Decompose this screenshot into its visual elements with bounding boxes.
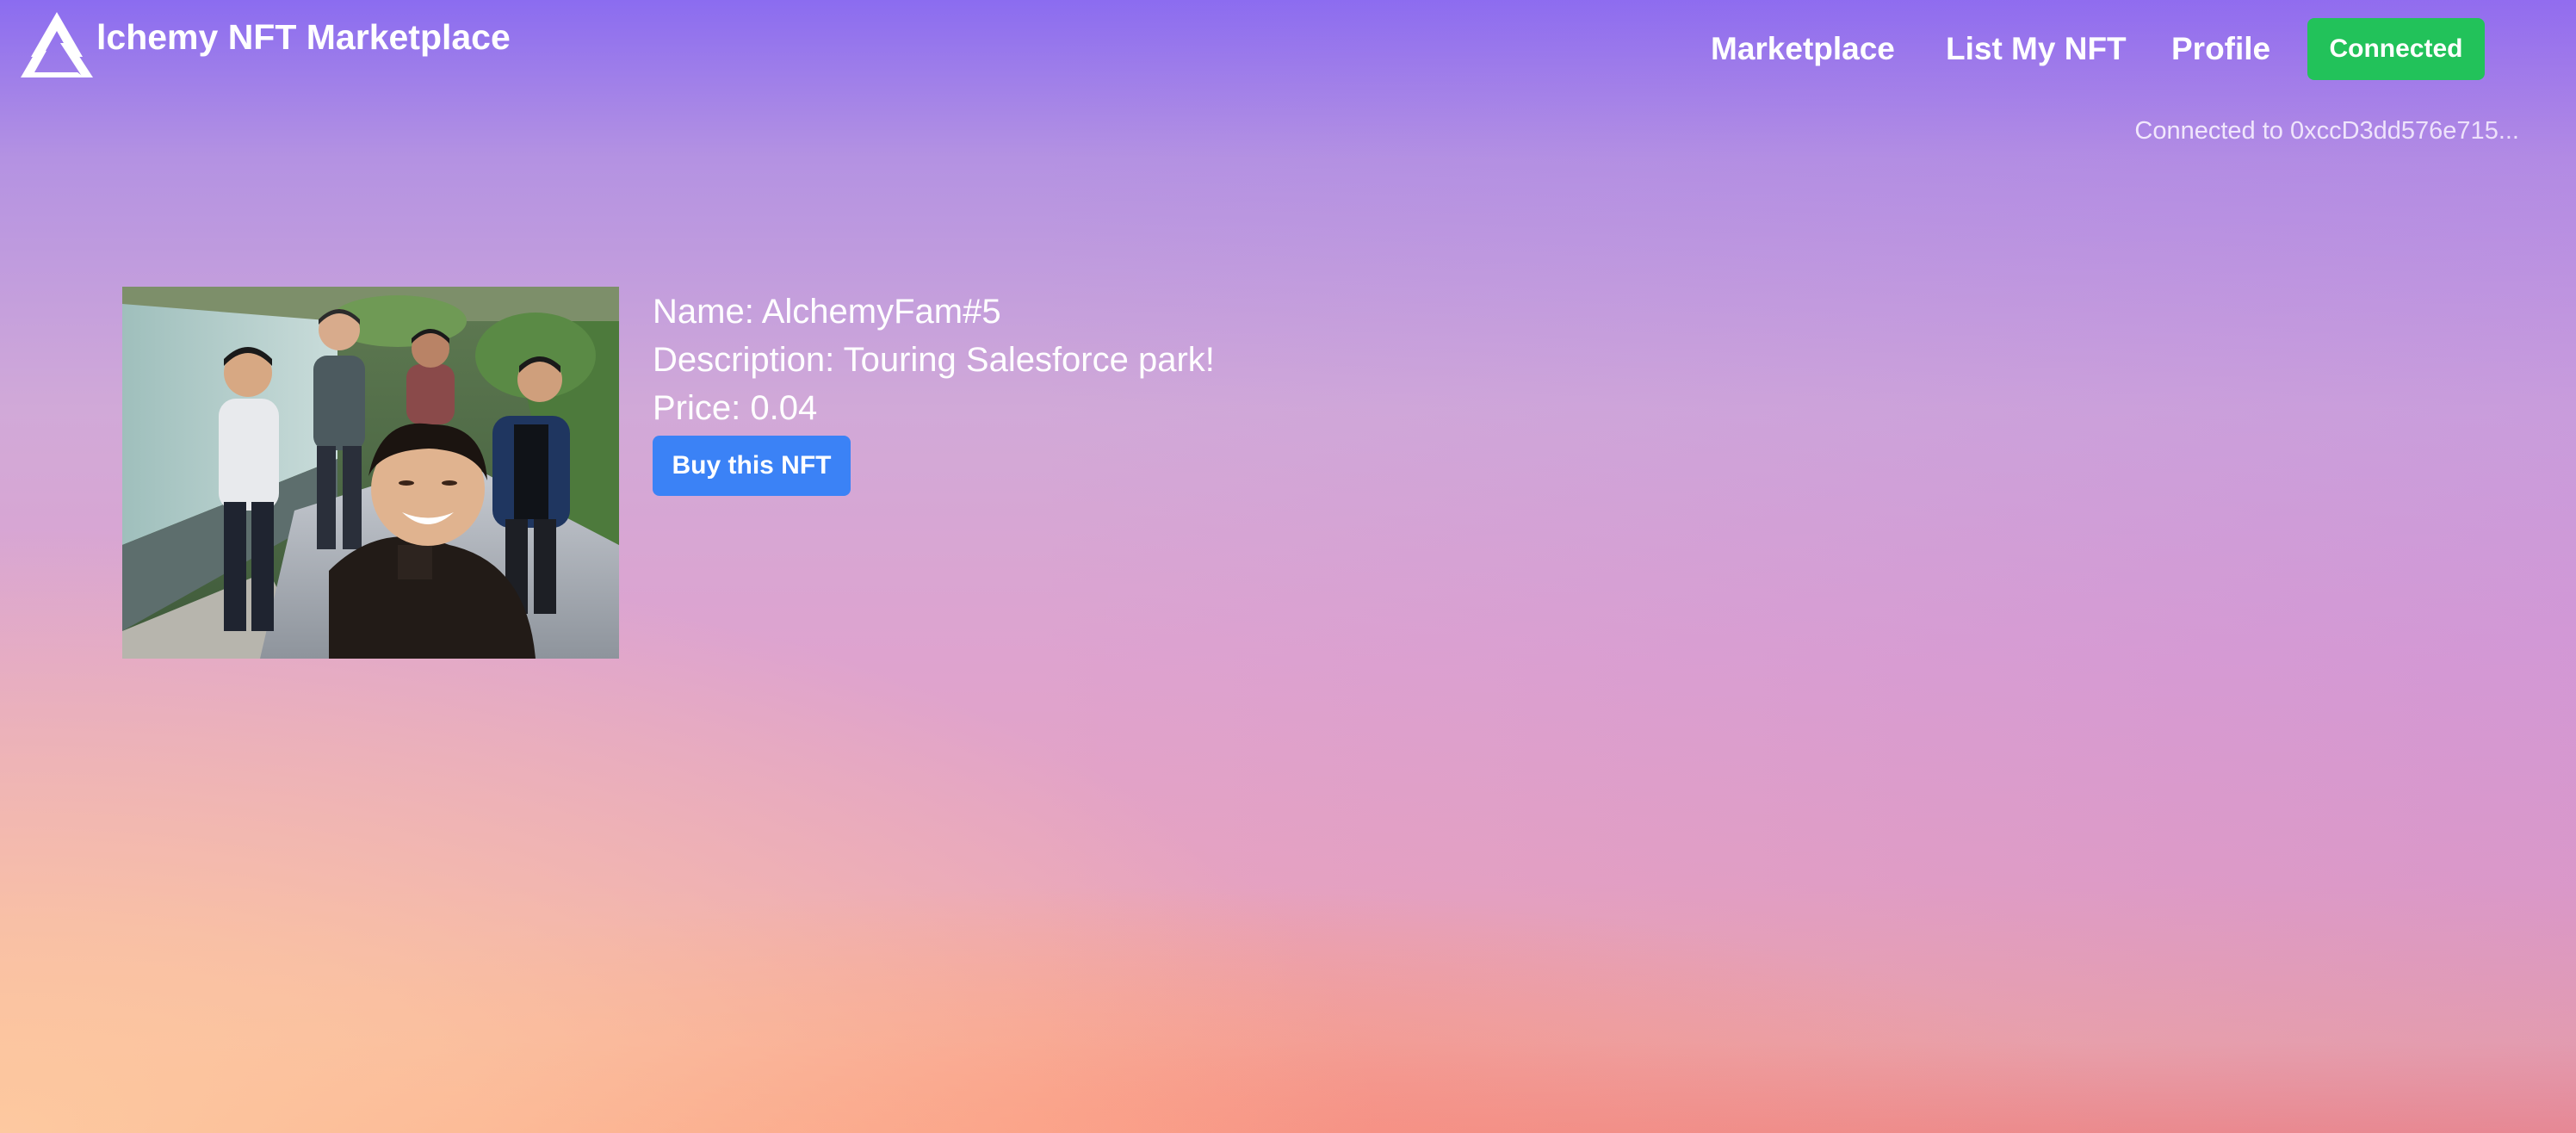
nft-photo <box>122 287 619 659</box>
nft-name: Name: AlchemyFam#5 <box>653 293 1001 331</box>
connect-wallet-button[interactable]: Connected <box>2307 18 2485 80</box>
nft-description: Description: Touring Salesforce park! <box>653 341 1215 379</box>
nav-link-list-my-nft[interactable]: List My NFT <box>1946 31 2127 67</box>
home-logo-link[interactable]: lchemy NFT Marketplace <box>17 10 511 79</box>
brand-title: lchemy NFT Marketplace <box>96 16 511 57</box>
nft-image <box>122 287 619 659</box>
nav-link-marketplace[interactable]: Marketplace <box>1711 31 1895 67</box>
navbar: lchemy NFT Marketplace Marketplace List … <box>0 0 2576 95</box>
nav-link-profile[interactable]: Profile <box>2171 31 2270 67</box>
nft-details: Name: AlchemyFam#5 Description: Touring … <box>653 288 1215 496</box>
wallet-address-status: Connected to 0xccD3dd576e715... <box>2134 117 2519 145</box>
nft-price: Price: 0.04 <box>653 389 818 427</box>
buy-nft-button[interactable]: Buy this NFT <box>653 436 851 496</box>
alchemy-logo-icon <box>21 12 93 77</box>
